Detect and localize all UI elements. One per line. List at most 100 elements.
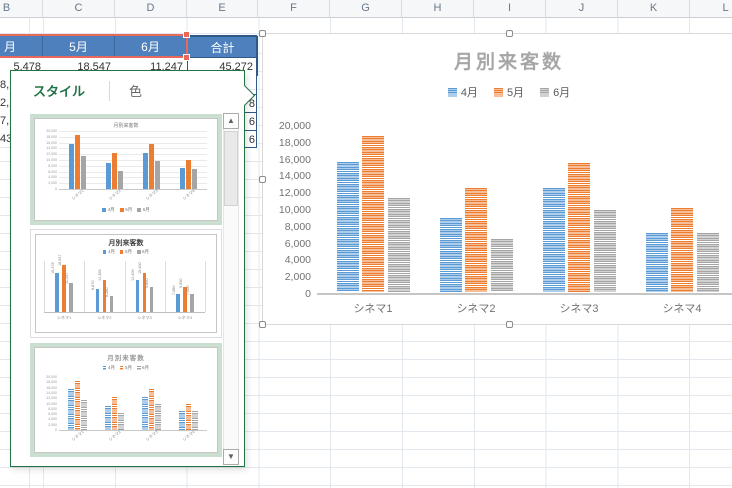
column-header-F[interactable]: F [258,0,330,18]
legend-label: 4月 [460,87,478,99]
preview-ylabel: 12,000 [46,152,57,157]
column-header-H[interactable]: H [402,0,474,18]
preview-data-label: 18,547 [57,254,62,266]
legend-swatch [540,87,550,97]
column-header-K[interactable]: K [618,0,690,18]
bar-6月-シネマ2[interactable] [490,239,513,292]
bar-4月-シネマ3[interactable] [542,187,565,292]
x-axis-line[interactable] [317,293,732,295]
preview-title: 月別来客数 [107,355,145,362]
preview-bar [111,397,118,430]
bar-6月-シネマ3[interactable] [593,209,616,292]
chart-legend[interactable]: 4月 5月 6月 [263,84,732,100]
chart-resize-handle-top-center[interactable] [506,30,513,37]
y-axis-label[interactable]: 4,000 [263,254,311,266]
chart-resize-handle-left-middle[interactable] [259,176,266,183]
preview-bar [142,397,148,430]
legend-swatch [493,87,503,97]
column-header-G[interactable]: G [330,0,402,18]
chart-style-option-3[interactable]: 月別来客数 4月 5月 6月 0 2,000 4,000 6,000 8,000 10,000 12… [30,343,222,457]
y-axis-label[interactable]: 8,000 [263,221,311,233]
preview-separator [164,261,166,312]
preview-ylabel: 10,000 [46,158,57,162]
preview-bar [185,403,192,430]
y-axis-label[interactable]: 18,000 [263,137,311,149]
legend-item-5月[interactable]: 5月 [493,84,524,100]
column-header-E[interactable]: E [187,0,258,18]
cell-e7-partial[interactable]: 6 [245,130,257,148]
bar-6月-シネマ1[interactable] [387,197,410,292]
tab-color[interactable]: 色 [129,81,142,100]
x-axis-label[interactable]: シネマ3 [539,300,619,316]
x-axis-label[interactable]: シネマ1 [333,300,413,316]
column-header-I[interactable]: I [474,0,546,18]
preview-legend-swatch [119,208,124,212]
bar-5月-シネマ1[interactable] [362,136,384,292]
preview-separator [205,261,206,312]
column-header-J[interactable]: J [546,0,618,18]
range-handle-bottom[interactable] [183,54,190,61]
y-axis-label[interactable]: 20,000 [263,120,311,132]
preview-ylabel: 20,000 [46,375,57,379]
preview-bar [68,144,74,189]
chart-object[interactable]: 月別来客数 4月 5月 6月 0 2,000 4,000 6,000 8,000 10,000… [259,30,732,328]
preview-gridline [59,136,207,138]
preview-data-label: 7,000 [185,285,190,296]
preview-legend-swatch [102,366,107,370]
y-axis-label[interactable]: 2,000 [263,271,311,283]
chart-resize-handle-top-left[interactable] [259,30,266,37]
x-axis-label[interactable]: シネマ2 [436,300,516,316]
panel-scroll-up-button[interactable]: ▲ [223,113,239,129]
bar-5月-シネマ3[interactable] [568,162,590,292]
chart-style-option-2[interactable]: 月別来客数 4月 5月 6月 15,478 18,547 11,247 8,870 12,365… [30,229,222,338]
header-cell-month4[interactable]: 月 [0,36,43,58]
column-header-C[interactable]: C [43,0,115,18]
chart-style-option-1[interactable]: 月別来客数 0 2,000 4,000 6,000 8,000 10,000 12,000 14… [30,114,222,225]
preview-ylabel: 18,000 [46,134,57,139]
preview-legend-swatch [119,250,124,254]
bar-4月-シネマ1[interactable] [336,162,359,292]
y-axis-label[interactable]: 14,000 [263,170,311,182]
panel-scroll-down-button[interactable]: ▼ [223,449,239,465]
bar-5月-シネマ4[interactable] [671,208,693,292]
preview-legend-label: 4月 [107,207,115,212]
cell-e6-partial[interactable]: 6 [245,112,257,130]
preview-gridline [59,131,207,132]
bar-6月-シネマ4[interactable] [696,233,719,292]
chart-resize-handle-bottom-left[interactable] [259,321,266,328]
chart-title[interactable]: 月別来客数 [263,47,732,74]
preview-category-label: シネマ3 [137,315,152,320]
y-axis-label[interactable]: 12,000 [263,187,311,199]
y-axis-label[interactable]: 0 [263,288,311,300]
y-axis-label[interactable]: 16,000 [263,154,311,166]
preview-bar [148,389,155,430]
preview-legend-label: 5月 [124,365,132,370]
panel-scrollbar-thumb[interactable] [224,131,238,206]
x-axis-label[interactable]: シネマ4 [642,300,722,316]
y-axis-label[interactable]: 10,000 [263,204,311,216]
preview-legend-label: 6月 [142,365,150,370]
bar-5月-シネマ2[interactable] [465,188,487,292]
header-cell-total[interactable]: 合計 [187,36,258,58]
header-cell-month5[interactable]: 5月 [43,36,115,58]
column-header-D[interactable]: D [115,0,187,18]
preview-title: 月別来客数 [113,123,139,129]
preview-legend-label: 4月 [107,249,115,254]
tab-style[interactable]: スタイル [33,81,85,100]
column-header-L[interactable]: L [690,0,732,18]
column-header-B[interactable]: B [0,0,43,18]
preview-ylabel: 14,000 [46,390,57,395]
legend-item-6月[interactable]: 6月 [540,84,570,100]
preview-data-label: 12,400 [131,269,136,282]
preview-legend-swatch [119,366,124,370]
preview-ylabel: 4,000 [48,417,57,422]
header-cell-month6[interactable]: 6月 [115,36,187,58]
range-handle-top[interactable] [183,31,190,38]
legend-item-4月[interactable]: 4月 [447,84,478,100]
preview-data-label: 7,080 [171,285,176,295]
bar-4月-シネマ4[interactable] [645,232,668,292]
bar-4月-シネマ2[interactable] [439,217,462,292]
y-axis-label[interactable]: 6,000 [263,238,311,250]
preview-ylabel: 0 [55,187,57,191]
chart-resize-handle-bottom-center[interactable] [506,321,513,328]
